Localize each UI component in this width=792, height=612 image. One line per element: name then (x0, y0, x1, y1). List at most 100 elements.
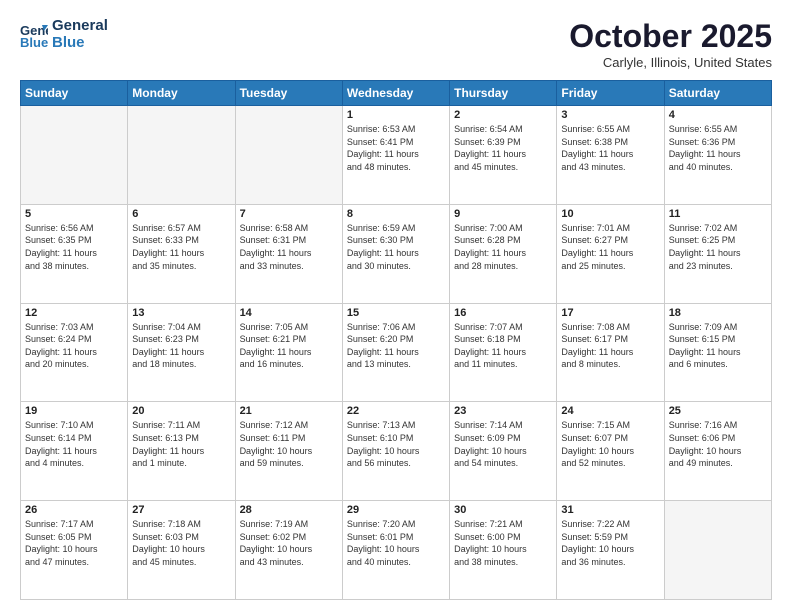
day-number: 25 (669, 405, 767, 417)
day-info: Sunrise: 7:20 AMSunset: 6:01 PMDaylight:… (347, 518, 445, 568)
header: General Blue General Blue October 2025 C… (20, 18, 772, 70)
calendar-cell: 12 Sunrise: 7:03 AMSunset: 6:24 PMDayligh… (21, 303, 128, 402)
calendar-cell: 14Sunrise: 7:05 AMSunset: 6:21 PMDayligh… (235, 303, 342, 402)
day-number: 1 (347, 109, 445, 121)
day-info: Sunrise: 7:07 AMSunset: 6:18 PMDaylight:… (454, 321, 552, 371)
day-info: Sunrise: 6:58 AMSunset: 6:31 PMDaylight:… (240, 222, 338, 272)
day-info: Sunrise: 7:17 AMSunset: 6:05 PMDaylight:… (25, 518, 123, 568)
day-number: 5 (25, 208, 123, 220)
calendar-cell (21, 106, 128, 205)
day-number: 31 (561, 504, 659, 516)
day-info: Sunrise: 6:56 AMSunset: 6:35 PMDaylight:… (25, 222, 123, 272)
day-info: Sunrise: 6:55 AMSunset: 6:38 PMDaylight:… (561, 123, 659, 173)
month-title: October 2025 (569, 18, 772, 55)
day-number: 3 (561, 109, 659, 121)
day-number: 24 (561, 405, 659, 417)
calendar-cell: 26 Sunrise: 7:17 AMSunset: 6:05 PMDayligh… (21, 501, 128, 600)
day-info: Sunrise: 6:55 AMSunset: 6:36 PMDaylight:… (669, 123, 767, 173)
day-number: 20 (132, 405, 230, 417)
col-saturday: Saturday (664, 81, 771, 106)
calendar-header-row: Sunday Monday Tuesday Wednesday Thursday… (21, 81, 772, 106)
day-number: 11 (669, 208, 767, 220)
logo-general: General (52, 18, 108, 35)
page: General Blue General Blue October 2025 C… (0, 0, 792, 612)
day-info: Sunrise: 7:16 AMSunset: 6:06 PMDaylight:… (669, 419, 767, 469)
logo: General Blue General Blue (20, 18, 108, 51)
calendar-cell (664, 501, 771, 600)
day-number: 28 (240, 504, 338, 516)
col-monday: Monday (128, 81, 235, 106)
calendar-cell: 5 Sunrise: 6:56 AMSunset: 6:35 PMDaylight… (21, 204, 128, 303)
calendar-cell: 27Sunrise: 7:18 AMSunset: 6:03 PMDayligh… (128, 501, 235, 600)
calendar-cell: 9Sunrise: 7:00 AMSunset: 6:28 PMDaylight… (450, 204, 557, 303)
calendar-cell: 23 Sunrise: 7:14 AMSunset: 6:09 PMDayligh… (450, 402, 557, 501)
day-info: Sunrise: 7:03 AMSunset: 6:24 PMDaylight:… (25, 321, 123, 371)
calendar-cell: 10 Sunrise: 7:01 AMSunset: 6:27 PMDayligh… (557, 204, 664, 303)
calendar-cell: 24 Sunrise: 7:15 AMSunset: 6:07 PMDayligh… (557, 402, 664, 501)
calendar-cell: 2 Sunrise: 6:54 AMSunset: 6:39 PMDaylight… (450, 106, 557, 205)
calendar-cell: 29 Sunrise: 7:20 AMSunset: 6:01 PMDayligh… (342, 501, 449, 600)
calendar-cell: 18Sunrise: 7:09 AMSunset: 6:15 PMDayligh… (664, 303, 771, 402)
calendar-body: 1Sunrise: 6:53 AMSunset: 6:41 PMDaylight… (21, 106, 772, 600)
calendar-week-0: 1Sunrise: 6:53 AMSunset: 6:41 PMDaylight… (21, 106, 772, 205)
day-number: 16 (454, 307, 552, 319)
day-number: 2 (454, 109, 552, 121)
day-info: Sunrise: 7:22 AMSunset: 5:59 PMDaylight:… (561, 518, 659, 568)
calendar-table: Sunday Monday Tuesday Wednesday Thursday… (20, 80, 772, 600)
day-number: 4 (669, 109, 767, 121)
day-info: Sunrise: 7:04 AMSunset: 6:23 PMDaylight:… (132, 321, 230, 371)
day-info: Sunrise: 7:06 AMSunset: 6:20 PMDaylight:… (347, 321, 445, 371)
day-number: 27 (132, 504, 230, 516)
day-info: Sunrise: 7:14 AMSunset: 6:09 PMDaylight:… (454, 419, 552, 469)
day-number: 15 (347, 307, 445, 319)
col-sunday: Sunday (21, 81, 128, 106)
col-friday: Friday (557, 81, 664, 106)
day-info: Sunrise: 7:15 AMSunset: 6:07 PMDaylight:… (561, 419, 659, 469)
day-info: Sunrise: 7:02 AMSunset: 6:25 PMDaylight:… (669, 222, 767, 272)
calendar-week-3: 19Sunrise: 7:10 AMSunset: 6:14 PMDayligh… (21, 402, 772, 501)
calendar-cell: 19Sunrise: 7:10 AMSunset: 6:14 PMDayligh… (21, 402, 128, 501)
calendar-cell: 20 Sunrise: 7:11 AMSunset: 6:13 PMDayligh… (128, 402, 235, 501)
calendar-cell: 13 Sunrise: 7:04 AMSunset: 6:23 PMDayligh… (128, 303, 235, 402)
day-info: Sunrise: 7:05 AMSunset: 6:21 PMDaylight:… (240, 321, 338, 371)
day-number: 17 (561, 307, 659, 319)
day-number: 6 (132, 208, 230, 220)
day-number: 21 (240, 405, 338, 417)
calendar-cell: 4 Sunrise: 6:55 AMSunset: 6:36 PMDaylight… (664, 106, 771, 205)
day-number: 26 (25, 504, 123, 516)
title-block: October 2025 Carlyle, Illinois, United S… (569, 18, 772, 70)
col-thursday: Thursday (450, 81, 557, 106)
calendar-cell: 28 Sunrise: 7:19 AMSunset: 6:02 PMDayligh… (235, 501, 342, 600)
day-info: Sunrise: 7:19 AMSunset: 6:02 PMDaylight:… (240, 518, 338, 568)
calendar-cell (128, 106, 235, 205)
calendar-cell: 3 Sunrise: 6:55 AMSunset: 6:38 PMDaylight… (557, 106, 664, 205)
day-info: Sunrise: 7:01 AMSunset: 6:27 PMDaylight:… (561, 222, 659, 272)
day-number: 19 (25, 405, 123, 417)
calendar-week-1: 5 Sunrise: 6:56 AMSunset: 6:35 PMDaylight… (21, 204, 772, 303)
calendar-cell: 6Sunrise: 6:57 AMSunset: 6:33 PMDaylight… (128, 204, 235, 303)
day-number: 22 (347, 405, 445, 417)
day-info: Sunrise: 7:11 AMSunset: 6:13 PMDaylight:… (132, 419, 230, 469)
calendar-cell: 31 Sunrise: 7:22 AMSunset: 5:59 PMDayligh… (557, 501, 664, 600)
day-number: 23 (454, 405, 552, 417)
day-number: 13 (132, 307, 230, 319)
calendar-week-4: 26 Sunrise: 7:17 AMSunset: 6:05 PMDayligh… (21, 501, 772, 600)
day-number: 12 (25, 307, 123, 319)
calendar-cell: 16 Sunrise: 7:07 AMSunset: 6:18 PMDayligh… (450, 303, 557, 402)
day-info: Sunrise: 6:59 AMSunset: 6:30 PMDaylight:… (347, 222, 445, 272)
day-number: 8 (347, 208, 445, 220)
calendar-cell: 30Sunrise: 7:21 AMSunset: 6:00 PMDayligh… (450, 501, 557, 600)
calendar-cell: 21Sunrise: 7:12 AMSunset: 6:11 PMDayligh… (235, 402, 342, 501)
day-number: 7 (240, 208, 338, 220)
calendar-cell: 22Sunrise: 7:13 AMSunset: 6:10 PMDayligh… (342, 402, 449, 501)
day-number: 29 (347, 504, 445, 516)
calendar-week-2: 12 Sunrise: 7:03 AMSunset: 6:24 PMDayligh… (21, 303, 772, 402)
day-number: 30 (454, 504, 552, 516)
day-number: 9 (454, 208, 552, 220)
calendar-cell: 11 Sunrise: 7:02 AMSunset: 6:25 PMDayligh… (664, 204, 771, 303)
logo-blue: Blue (52, 35, 108, 52)
day-number: 10 (561, 208, 659, 220)
day-info: Sunrise: 6:54 AMSunset: 6:39 PMDaylight:… (454, 123, 552, 173)
calendar-cell: 7 Sunrise: 6:58 AMSunset: 6:31 PMDaylight… (235, 204, 342, 303)
calendar-cell: 15 Sunrise: 7:06 AMSunset: 6:20 PMDayligh… (342, 303, 449, 402)
